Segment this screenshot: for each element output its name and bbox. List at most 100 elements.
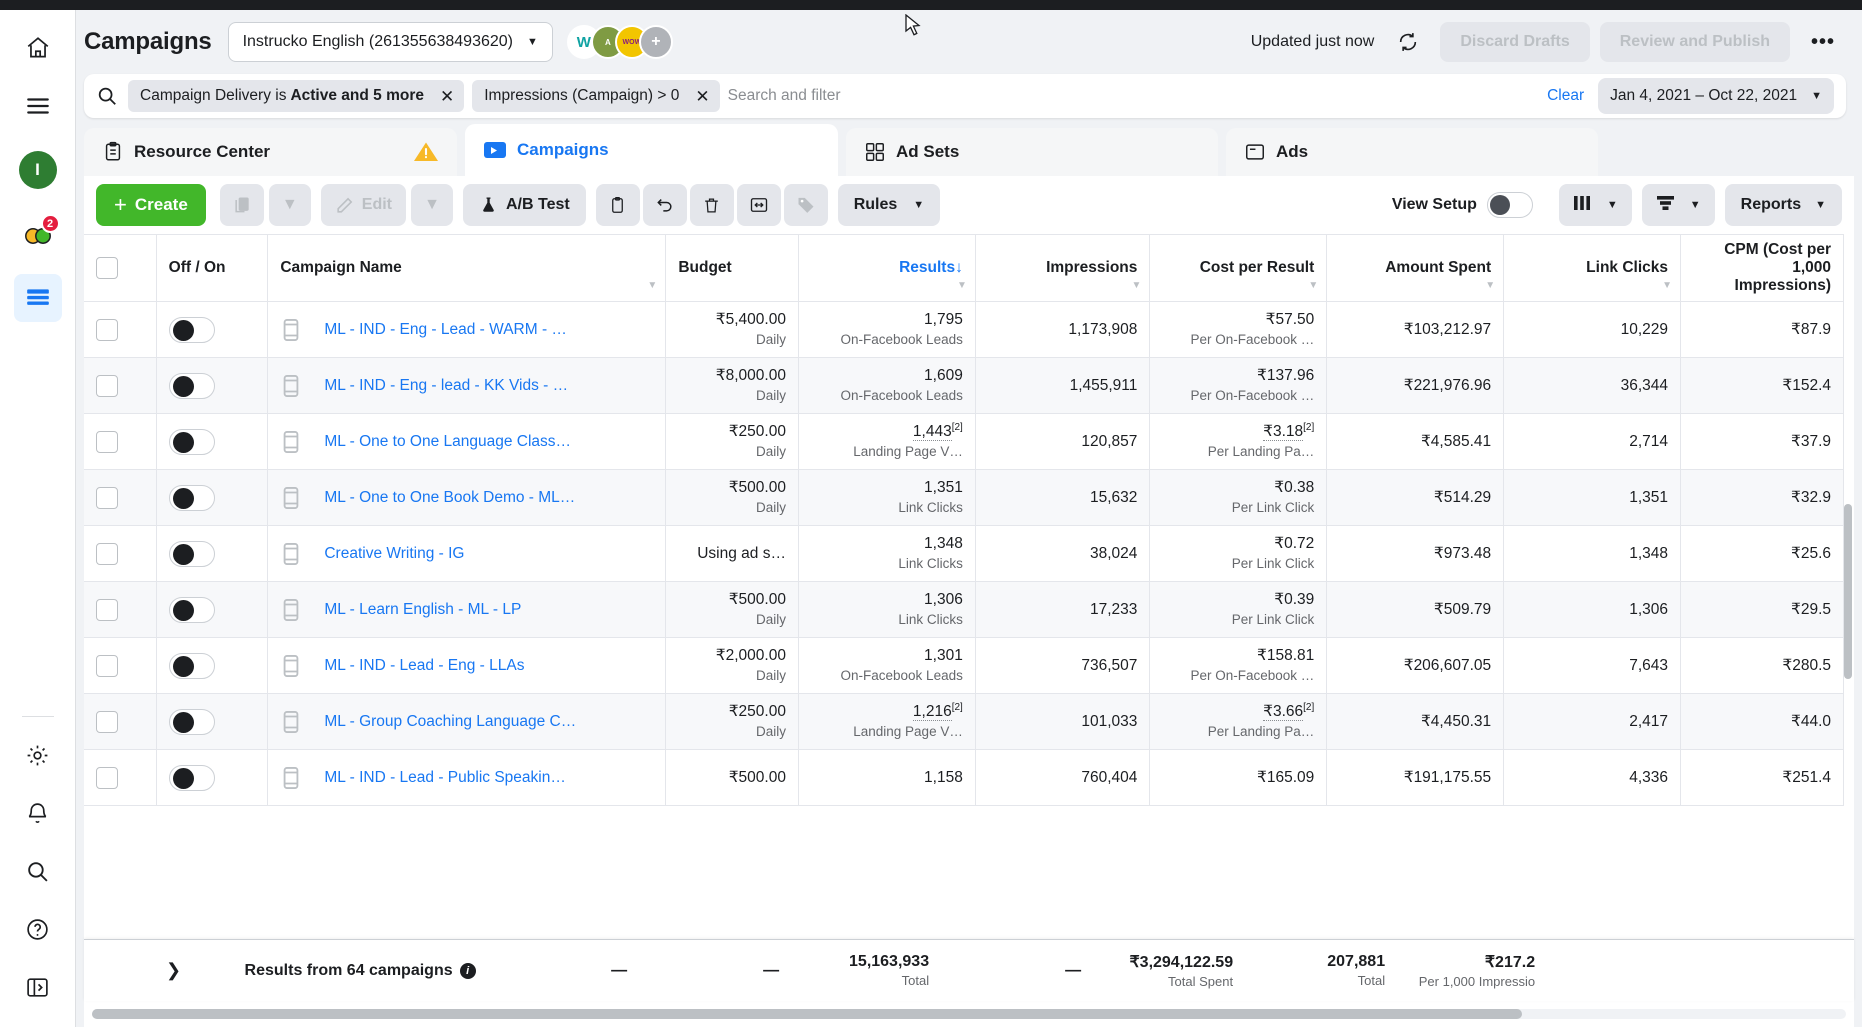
- col-header-cost-per-result[interactable]: Cost per Result ▼: [1149, 234, 1328, 302]
- row-checkbox[interactable]: [96, 374, 118, 397]
- campaign-on-off-toggle[interactable]: [168, 596, 215, 623]
- columns-button[interactable]: ▼: [1558, 184, 1632, 226]
- close-icon[interactable]: ✕: [436, 88, 458, 105]
- brand-avatar-group[interactable]: W A WOW +: [566, 25, 673, 59]
- hamburger-menu-icon[interactable]: [14, 82, 62, 130]
- row-checkbox[interactable]: [96, 486, 118, 509]
- filter-pill-impressions[interactable]: Impressions (Campaign) > 0 ✕: [472, 80, 720, 112]
- col-header-amount-spent[interactable]: Amount Spent ▼: [1326, 234, 1505, 302]
- value-tooltip-anchor[interactable]: ₹3.18: [1263, 422, 1304, 441]
- table-vertical-scrollbar[interactable]: [1844, 504, 1852, 806]
- faces-icon[interactable]: 2: [14, 212, 62, 260]
- home-icon[interactable]: [14, 24, 62, 72]
- clipboard-paste-button[interactable]: [595, 184, 640, 226]
- col-header-campaign-name[interactable]: Campaign Name ▼: [267, 234, 667, 302]
- tab-ad-sets[interactable]: Ad Sets: [846, 128, 1218, 176]
- campaign-on-off-toggle[interactable]: [168, 764, 215, 791]
- row-checkbox[interactable]: [96, 654, 118, 677]
- select-all-checkbox[interactable]: [96, 257, 118, 279]
- chevron-down-icon[interactable]: ▼: [1662, 280, 1672, 291]
- table-row[interactable]: ML - IND - Lead - Public Speakin… ₹500.00…: [84, 749, 1844, 806]
- search-icon[interactable]: [14, 847, 62, 895]
- campaign-name-link[interactable]: ML - Group Coaching Language C…: [324, 713, 576, 731]
- col-header-results[interactable]: Results↓ ▼: [798, 234, 976, 302]
- col-header-off-on[interactable]: Off / On: [156, 234, 269, 302]
- export-button[interactable]: [736, 184, 781, 226]
- row-checkbox[interactable]: [96, 710, 118, 733]
- search-input[interactable]: [727, 87, 1534, 105]
- table-horizontal-scrollbar[interactable]: [84, 1001, 1854, 1027]
- ab-test-button[interactable]: A/B Test: [463, 184, 586, 226]
- col-header-cpm[interactable]: CPM (Cost per 1,000 Impressions): [1680, 234, 1844, 302]
- table-view-icon[interactable]: [13, 274, 62, 322]
- clear-filters-link[interactable]: Clear: [1533, 87, 1598, 105]
- refresh-icon[interactable]: [1386, 22, 1431, 62]
- collapse-panel-icon[interactable]: [14, 963, 62, 1011]
- campaign-name-link[interactable]: ML - One to One Book Demo - ML…: [324, 489, 575, 507]
- table-row[interactable]: Creative Writing - IG Using ad s… 1,348 Lin…: [84, 525, 1844, 582]
- rules-button[interactable]: Rules ▼: [837, 184, 941, 226]
- table-row[interactable]: ML - Learn English - ML - LP ₹500.00 Daily…: [84, 581, 1844, 638]
- table-row[interactable]: ML - IND - Lead - Eng - LLAs ₹2,000.00 Dai…: [84, 637, 1844, 694]
- value-tooltip-anchor[interactable]: 1,216: [912, 702, 952, 721]
- chevron-down-icon[interactable]: ▼: [957, 280, 967, 291]
- duplicate-dropdown-button[interactable]: ▼: [268, 184, 311, 226]
- campaign-on-off-toggle[interactable]: [168, 428, 215, 455]
- edit-button[interactable]: Edit: [320, 184, 406, 226]
- chevron-right-icon[interactable]: ❯: [166, 960, 181, 981]
- chevron-down-icon[interactable]: ▼: [1131, 280, 1141, 291]
- avatar[interactable]: I: [14, 146, 62, 194]
- campaign-name-link[interactable]: ML - IND - Eng - Lead - WARM - …: [324, 321, 567, 339]
- col-header-impressions[interactable]: Impressions ▼: [975, 234, 1151, 302]
- campaign-name-link[interactable]: ML - IND - Lead - Public Speakin…: [324, 769, 566, 787]
- chevron-down-icon[interactable]: ▼: [647, 280, 657, 291]
- campaign-on-off-toggle[interactable]: [168, 484, 215, 511]
- row-checkbox[interactable]: [96, 430, 118, 453]
- date-range-picker[interactable]: Jan 4, 2021 – Oct 22, 2021 ▼: [1598, 78, 1834, 114]
- close-icon[interactable]: ✕: [691, 88, 713, 105]
- breakdown-button[interactable]: ▼: [1641, 184, 1715, 226]
- chevron-down-icon[interactable]: ▼: [1485, 280, 1495, 291]
- more-options-button[interactable]: •••: [1800, 22, 1846, 62]
- row-checkbox[interactable]: [96, 766, 118, 789]
- campaign-name-link[interactable]: ML - Learn English - ML - LP: [324, 601, 521, 619]
- view-setup-toggle[interactable]: [1486, 192, 1533, 218]
- campaign-name-link[interactable]: Creative Writing - IG: [324, 545, 464, 563]
- tag-button[interactable]: [783, 184, 828, 226]
- row-checkbox[interactable]: [96, 318, 118, 341]
- campaign-name-link[interactable]: ML - IND - Lead - Eng - LLAs: [324, 657, 524, 675]
- campaign-on-off-toggle[interactable]: [168, 316, 215, 343]
- info-icon[interactable]: i: [459, 962, 476, 979]
- campaign-on-off-toggle[interactable]: [168, 708, 215, 735]
- tab-resource-center[interactable]: Resource Center: [84, 128, 457, 176]
- campaign-name-link[interactable]: ML - One to One Language Class…: [324, 433, 571, 451]
- help-icon[interactable]: [14, 905, 62, 953]
- value-tooltip-anchor[interactable]: ₹3.66: [1263, 702, 1304, 721]
- row-checkbox[interactable]: [96, 598, 118, 621]
- bell-icon[interactable]: [14, 789, 62, 837]
- duplicate-button[interactable]: [219, 184, 264, 226]
- add-avatar[interactable]: +: [638, 25, 673, 59]
- chevron-down-icon[interactable]: ▼: [1308, 280, 1318, 291]
- campaign-name-link[interactable]: ML - IND - Eng - lead - KK Vids - …: [324, 377, 568, 395]
- review-and-publish-button[interactable]: Review and Publish: [1599, 22, 1790, 62]
- edit-dropdown-button[interactable]: ▼: [411, 184, 453, 226]
- table-row[interactable]: ML - One to One Language Class… ₹250.00 Da…: [84, 413, 1844, 470]
- discard-drafts-button[interactable]: Discard Drafts: [1440, 22, 1590, 62]
- undo-button[interactable]: [642, 184, 687, 226]
- reports-button[interactable]: Reports ▼: [1724, 184, 1842, 226]
- create-button[interactable]: + Create: [96, 184, 206, 226]
- campaign-on-off-toggle[interactable]: [168, 372, 215, 399]
- col-header-budget[interactable]: Budget: [665, 234, 799, 302]
- table-vertical-scroll-thumb[interactable]: [1844, 504, 1852, 679]
- account-select[interactable]: Instrucko English (261355638493620) ▼: [227, 22, 553, 62]
- tab-campaigns[interactable]: Campaigns: [465, 124, 838, 176]
- table-row[interactable]: ML - Group Coaching Language C… ₹250.00 Da…: [84, 693, 1844, 750]
- campaign-on-off-toggle[interactable]: [168, 652, 215, 679]
- filter-pill-delivery[interactable]: Campaign Delivery is Active and 5 more ✕: [128, 80, 465, 112]
- col-header-link-clicks[interactable]: Link Clicks ▼: [1503, 234, 1682, 302]
- table-row[interactable]: ML - IND - Eng - lead - KK Vids - … ₹8,00…: [84, 357, 1844, 414]
- table-row[interactable]: ML - IND - Eng - Lead - WARM - … ₹5,400.0…: [84, 301, 1844, 358]
- delete-button[interactable]: [689, 184, 734, 226]
- table-row[interactable]: ML - One to One Book Demo - ML… ₹500.00 Da…: [84, 469, 1844, 526]
